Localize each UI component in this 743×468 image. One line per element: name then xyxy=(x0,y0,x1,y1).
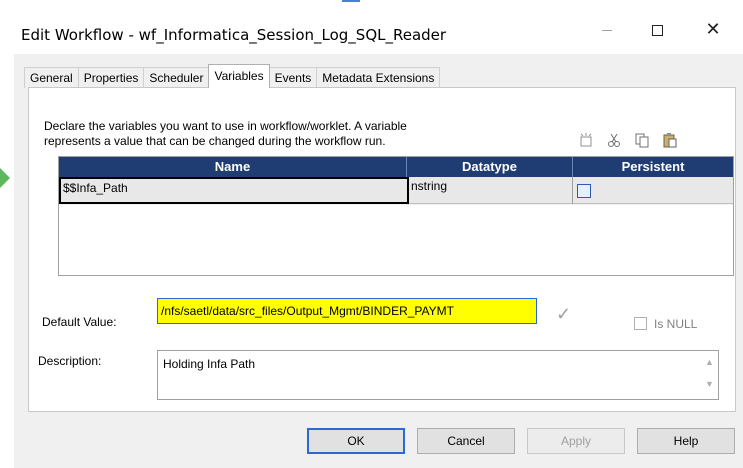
tab-general[interactable]: General xyxy=(24,67,79,88)
background-canvas-strip xyxy=(0,0,14,468)
scroll-up-icon[interactable]: ▲ xyxy=(705,357,714,367)
column-header-persistent[interactable]: Persistent xyxy=(573,157,733,177)
window-title: Edit Workflow - wf_Informatica_Session_L… xyxy=(21,26,447,44)
variables-instructions: Declare the variables you want to use in… xyxy=(44,119,544,149)
apply-button[interactable]: Apply xyxy=(527,428,625,454)
scroll-down-icon[interactable]: ▼ xyxy=(705,379,714,389)
maximize-icon xyxy=(651,24,663,36)
minimize-button[interactable] xyxy=(584,14,630,46)
is-null-label: Is NULL xyxy=(654,317,698,331)
variable-name-cell[interactable]: $$Infa_Path xyxy=(59,177,409,204)
variable-datatype-cell[interactable]: nstring xyxy=(409,177,573,204)
grid-empty-area xyxy=(59,205,733,275)
title-bar: Edit Workflow - wf_Informatica_Session_L… xyxy=(14,2,743,54)
tab-properties[interactable]: Properties xyxy=(77,67,145,88)
background-arrow-icon xyxy=(0,168,10,188)
instructions-line-2: represents a value that can be changed d… xyxy=(44,134,386,148)
grid-toolbar xyxy=(576,130,680,150)
dialog-client-area: General Properties Scheduler Variables E… xyxy=(14,54,743,468)
default-value-label: Default Value: xyxy=(42,315,117,329)
variables-grid: Name Datatype Persistent $$Infa_Path nst… xyxy=(58,156,734,276)
maximize-button[interactable] xyxy=(634,14,680,46)
checkmark-icon[interactable]: ✓ xyxy=(556,304,571,325)
copy-icon[interactable] xyxy=(632,130,652,150)
tab-strip: General Properties Scheduler Variables E… xyxy=(24,64,441,88)
close-button[interactable]: ✕ xyxy=(690,14,736,46)
cancel-button[interactable]: Cancel xyxy=(417,428,515,454)
paste-icon[interactable] xyxy=(660,130,680,150)
column-header-datatype[interactable]: Datatype xyxy=(407,157,573,177)
is-null-checkbox[interactable] xyxy=(634,317,647,330)
description-label: Description: xyxy=(38,354,102,368)
table-row[interactable]: $$Infa_Path nstring xyxy=(59,177,733,204)
tab-events[interactable]: Events xyxy=(268,67,318,88)
edit-workflow-window: Edit Workflow - wf_Informatica_Session_L… xyxy=(0,0,743,468)
variable-persistent-cell xyxy=(573,177,733,204)
persistent-checkbox[interactable] xyxy=(577,184,591,198)
ok-button[interactable]: OK xyxy=(307,428,405,454)
tab-variables[interactable]: Variables xyxy=(208,64,270,88)
description-text: Holding Infa Path xyxy=(163,357,256,371)
close-icon: ✕ xyxy=(705,19,721,40)
tab-scheduler[interactable]: Scheduler xyxy=(143,67,210,88)
tab-metadata-extensions[interactable]: Metadata Extensions xyxy=(316,67,441,88)
default-value-input[interactable]: /nfs/saetl/data/src_files/Output_Mgmt/BI… xyxy=(157,298,537,324)
new-row-icon[interactable] xyxy=(576,130,596,150)
instructions-line-1: Declare the variables you want to use in… xyxy=(44,119,407,133)
grid-header: Name Datatype Persistent xyxy=(59,157,733,177)
cut-icon[interactable] xyxy=(604,130,624,150)
description-scrollbar[interactable]: ▲ ▼ xyxy=(701,351,718,399)
minimize-icon xyxy=(602,29,612,31)
description-textarea[interactable]: Holding Infa Path ▲ ▼ xyxy=(157,350,719,400)
help-button[interactable]: Help xyxy=(637,428,735,454)
column-header-name[interactable]: Name xyxy=(59,157,407,177)
